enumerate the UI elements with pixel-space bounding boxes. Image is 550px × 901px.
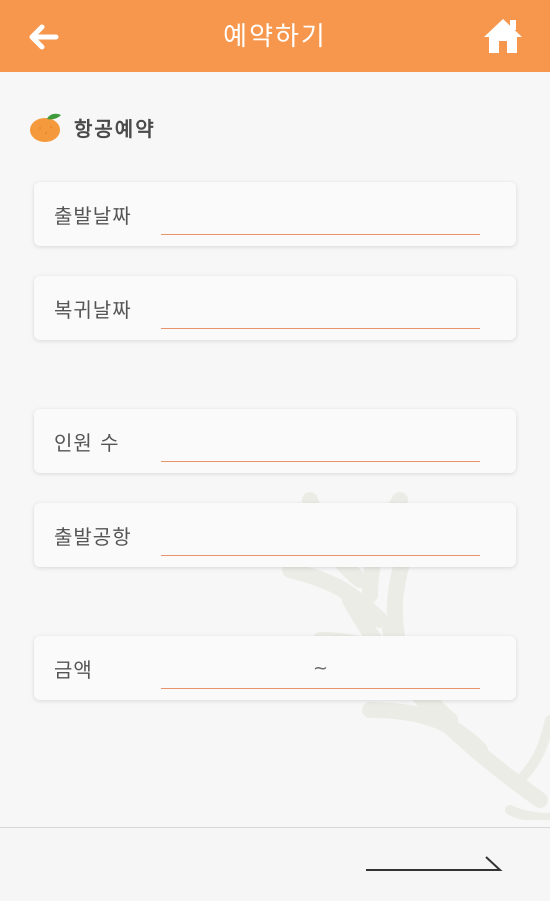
section-title: 항공예약 bbox=[74, 116, 156, 141]
return-date-label: 복귀날짜 bbox=[54, 298, 132, 322]
passengers-card: 인원 수 bbox=[34, 409, 516, 473]
next-button[interactable] bbox=[364, 848, 504, 878]
leaf-background-icon bbox=[282, 492, 550, 820]
long-arrow-right-icon bbox=[366, 856, 503, 871]
app-header: 예약하기 bbox=[0, 0, 550, 72]
tangerine-icon bbox=[30, 113, 61, 142]
section-heading: 항공예약 bbox=[30, 110, 156, 144]
price-range-separator: ~ bbox=[312, 658, 329, 679]
departure-date-input[interactable] bbox=[161, 196, 480, 235]
price-card: 금액 ~ bbox=[34, 636, 516, 700]
home-icon bbox=[484, 19, 522, 53]
departure-airport-input[interactable] bbox=[161, 517, 480, 556]
passengers-input[interactable] bbox=[161, 423, 480, 462]
passengers-label: 인원 수 bbox=[54, 431, 120, 455]
departure-airport-card: 출발공항 bbox=[34, 503, 516, 567]
page-title: 예약하기 bbox=[223, 22, 327, 52]
price-label: 금액 bbox=[54, 658, 93, 682]
departure-date-label: 출발날짜 bbox=[54, 204, 132, 228]
return-date-input[interactable] bbox=[161, 290, 480, 329]
departure-date-card: 출발날짜 bbox=[34, 182, 516, 246]
footer-bar bbox=[0, 827, 550, 901]
price-range-input[interactable]: ~ bbox=[161, 650, 480, 689]
home-button[interactable] bbox=[482, 16, 524, 56]
return-date-card: 복귀날짜 bbox=[34, 276, 516, 340]
departure-airport-label: 출발공항 bbox=[54, 525, 132, 549]
